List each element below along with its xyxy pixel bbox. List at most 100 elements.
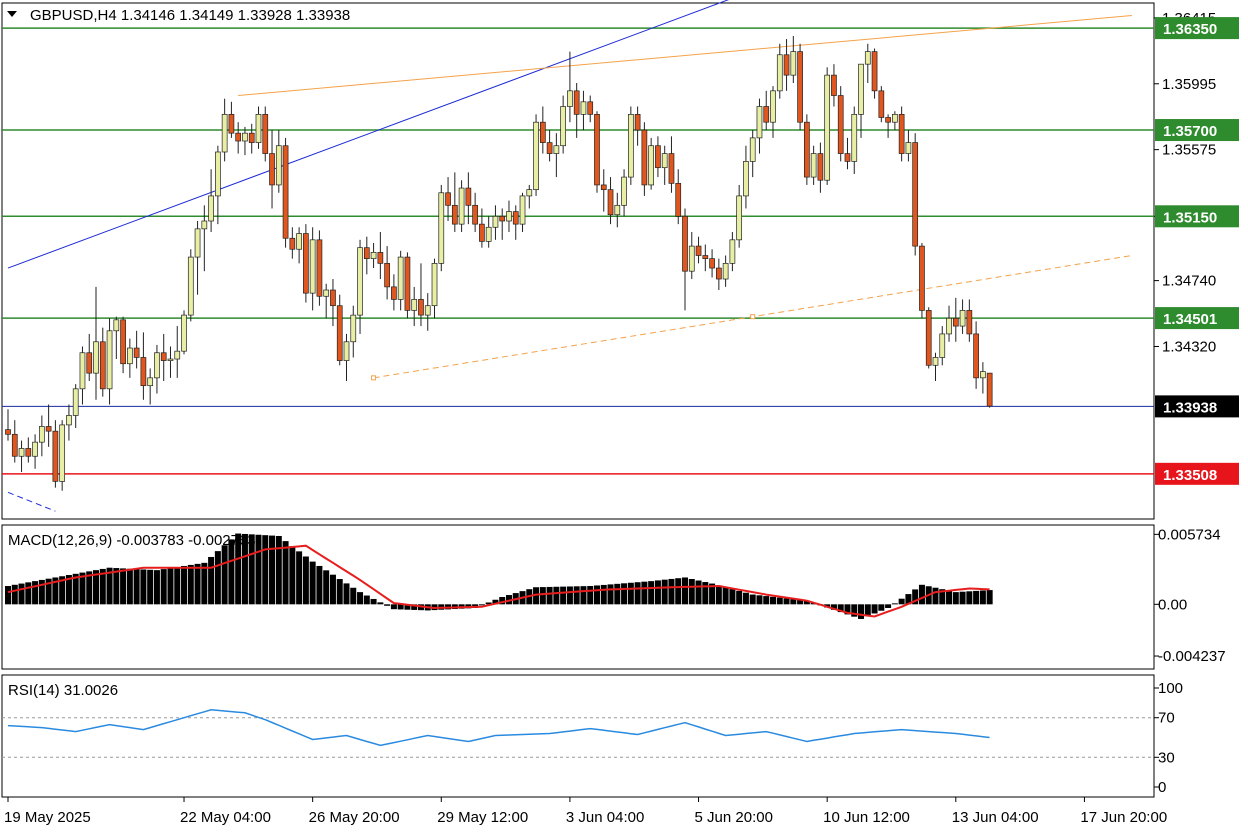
bear-candle-body bbox=[330, 289, 336, 307]
macd-histogram-bar bbox=[878, 604, 885, 611]
bull-candle-body bbox=[770, 90, 776, 123]
time-tick-label: 3 Jun 04:00 bbox=[566, 809, 644, 826]
bear-candle-body bbox=[86, 352, 93, 374]
bear-candle-body bbox=[783, 54, 790, 76]
macd-histogram-bar bbox=[187, 564, 194, 605]
bear-candle-body bbox=[539, 121, 546, 143]
bull-candle-body bbox=[614, 204, 621, 216]
bear-candle-body bbox=[986, 372, 993, 407]
bull-candle-body bbox=[411, 299, 418, 311]
bull-candle-body bbox=[864, 51, 871, 65]
level-tag-label: 1.33508 bbox=[1163, 467, 1217, 484]
bull-candle-body bbox=[485, 226, 492, 242]
time-tick-label: 10 Jun 12:00 bbox=[823, 809, 910, 826]
macd-histogram-bar bbox=[201, 562, 208, 605]
bull-candle-body bbox=[106, 330, 113, 390]
macd-histogram-bar bbox=[228, 539, 235, 605]
bear-candle-body bbox=[655, 145, 661, 169]
time-tick-label: 5 Jun 20:00 bbox=[695, 809, 773, 826]
bear-candle-body bbox=[715, 267, 722, 280]
bull-candle-body bbox=[526, 189, 533, 197]
bear-candle-body bbox=[282, 145, 289, 239]
price-tick-label: 1.35575 bbox=[1162, 142, 1216, 159]
bear-candle-body bbox=[587, 101, 594, 115]
bull-candle-body bbox=[648, 145, 655, 186]
macd-histogram-bar bbox=[363, 595, 370, 605]
macd-histogram-bar bbox=[174, 567, 181, 605]
bull-candle-body bbox=[357, 247, 363, 316]
macd-histogram-bar bbox=[627, 582, 634, 605]
macd-histogram-bar bbox=[357, 592, 364, 605]
price-tick-label: 1.34740 bbox=[1162, 273, 1216, 290]
bear-candle-body bbox=[25, 448, 32, 457]
bear-candle-body bbox=[804, 121, 810, 178]
bull-candle-body bbox=[567, 90, 573, 107]
trendline-handle bbox=[371, 375, 377, 381]
bull-candle-body bbox=[506, 211, 512, 222]
bear-candle-body bbox=[919, 245, 925, 311]
macd-histogram-bar bbox=[208, 556, 215, 605]
macd-histogram-bar bbox=[384, 604, 391, 606]
symbol-header: GBPUSD,H4 1.34146 1.34149 1.33928 1.3393… bbox=[30, 7, 350, 24]
bull-candle-body bbox=[127, 347, 133, 365]
bull-candle-body bbox=[32, 441, 38, 457]
bear-candle-body bbox=[418, 299, 424, 316]
bear-candle-body bbox=[695, 245, 702, 256]
chart-canvas: GBPUSD,H4 1.34146 1.34149 1.33928 1.3393… bbox=[1, 0, 1239, 826]
bear-candle-body bbox=[465, 187, 472, 206]
bear-candle-body bbox=[546, 142, 553, 154]
bull-candle-body bbox=[187, 256, 194, 316]
bear-candle-body bbox=[878, 90, 885, 118]
macd-histogram-bar bbox=[160, 569, 167, 605]
bear-candle-body bbox=[797, 51, 803, 123]
macd-histogram-bar bbox=[688, 579, 695, 605]
bear-candle-body bbox=[952, 317, 959, 327]
time-axis: 19 May 2025 22 May 04:00 26 May 20:00 29 Ma… bbox=[4, 797, 1167, 826]
time-tick-label: 13 Jun 04:00 bbox=[952, 809, 1039, 826]
level-tag-label: 1.34501 bbox=[1163, 311, 1217, 328]
macd-histogram-bar bbox=[756, 595, 763, 605]
macd-panel: MACD(12,26,9) -0.003783 -0.002763 bbox=[1, 524, 1155, 670]
bull-candle-body bbox=[242, 132, 248, 142]
bull-candle-body bbox=[201, 220, 208, 230]
bear-candle-body bbox=[316, 239, 323, 297]
macd-histogram-bar bbox=[147, 569, 154, 605]
macd-histogram-bar bbox=[600, 584, 607, 605]
bull-candle-body bbox=[38, 426, 45, 443]
bull-candle-body bbox=[154, 352, 160, 379]
bull-candle-body bbox=[776, 54, 783, 92]
price-tick-label: 1.35995 bbox=[1162, 76, 1216, 93]
macd-histogram-bar bbox=[539, 587, 546, 605]
bull-candle-body bbox=[458, 187, 465, 225]
bull-candle-body bbox=[343, 341, 350, 361]
macd-histogram-bar bbox=[641, 581, 648, 605]
bull-candle-body bbox=[932, 357, 939, 366]
macd-histogram-bar bbox=[593, 585, 600, 605]
macd-histogram-bar bbox=[749, 594, 756, 605]
bear-candle-body bbox=[966, 310, 973, 335]
price-tick-label: 1.34320 bbox=[1162, 338, 1216, 355]
macd-histogram-bar bbox=[891, 603, 898, 605]
macd-histogram-bar bbox=[309, 561, 316, 605]
bear-candle-body bbox=[573, 90, 580, 115]
bull-candle-body bbox=[560, 106, 566, 147]
bull-candle-body bbox=[93, 341, 99, 374]
bear-candle-body bbox=[668, 153, 675, 184]
bull-candle-body bbox=[275, 145, 282, 186]
bear-candle-body bbox=[52, 430, 59, 482]
macd-histogram-bar bbox=[715, 585, 722, 605]
macd-histogram-bar bbox=[343, 583, 350, 605]
bull-candle-body bbox=[790, 51, 797, 76]
macd-histogram-bar bbox=[668, 578, 675, 605]
bull-candle-body bbox=[661, 153, 668, 169]
macd-histogram-bar bbox=[946, 590, 953, 605]
bear-candle-body bbox=[871, 51, 878, 92]
bear-candle-body bbox=[479, 223, 485, 242]
bear-candle-body bbox=[451, 204, 458, 225]
macd-histogram-bar bbox=[763, 596, 770, 605]
bear-candle-body bbox=[702, 255, 709, 259]
macd-histogram-bar bbox=[776, 597, 783, 605]
bull-candle-body bbox=[59, 424, 66, 482]
macd-histogram-bar bbox=[275, 535, 282, 605]
bear-candle-body bbox=[404, 256, 411, 311]
